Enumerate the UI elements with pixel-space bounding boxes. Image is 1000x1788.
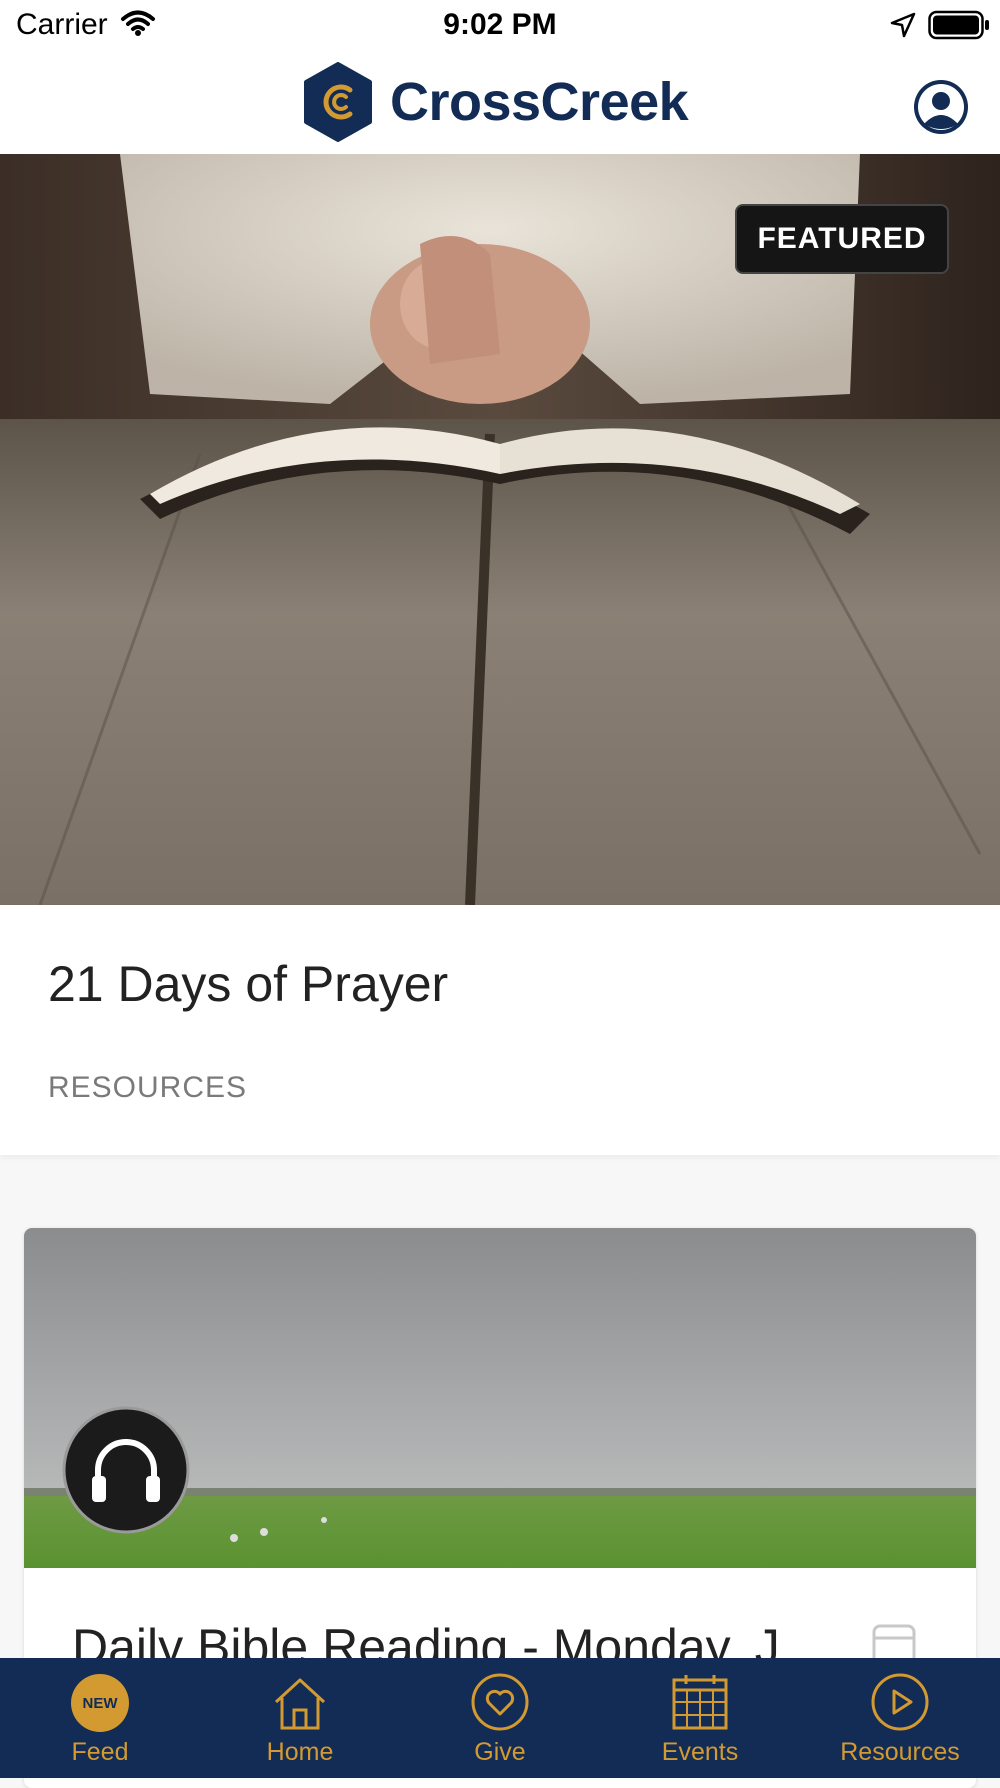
calendar-icon [672,1675,728,1730]
featured-card[interactable]: 21 Days of Prayer RESOURCES [0,905,1000,1155]
heart-icon [471,1673,529,1731]
tab-label: Feed [71,1738,129,1766]
new-badge-icon: NEW [71,1674,129,1732]
featured-title: 21 Days of Prayer [48,956,449,1012]
location-arrow-icon [890,12,916,43]
tab-label: Events [661,1738,739,1766]
tab-resources[interactable]: Resources [800,1658,1000,1778]
crosscreek-logo[interactable]: CrossCreek [302,62,689,142]
tab-feed[interactable]: NEW Feed [0,1658,200,1778]
profile-icon[interactable] [912,78,970,136]
tab-give[interactable]: Give [400,1658,600,1778]
status-bar: Carrier 9:02 PM [0,0,1000,50]
battery-icon [928,10,990,45]
clock: 9:02 PM [443,8,557,41]
tab-events[interactable]: Events [600,1658,800,1778]
headphones-icon[interactable] [62,1406,190,1534]
tab-bar: NEW Feed Home Give Events Resources [0,1658,1000,1778]
featured-badge: FEATURED [735,204,949,274]
play-icon [871,1673,929,1731]
tab-home[interactable]: Home [200,1658,400,1778]
brand-name: CrossCreek [390,72,689,132]
home-icon [274,1678,326,1730]
tab-label: Resources [840,1738,960,1766]
app-header: CrossCreek [0,50,1000,154]
crosscreek-logo-icon [304,62,372,142]
tab-label: Give [474,1738,526,1766]
tab-label: Home [266,1738,334,1766]
featured-category: RESOURCES [48,1071,248,1104]
